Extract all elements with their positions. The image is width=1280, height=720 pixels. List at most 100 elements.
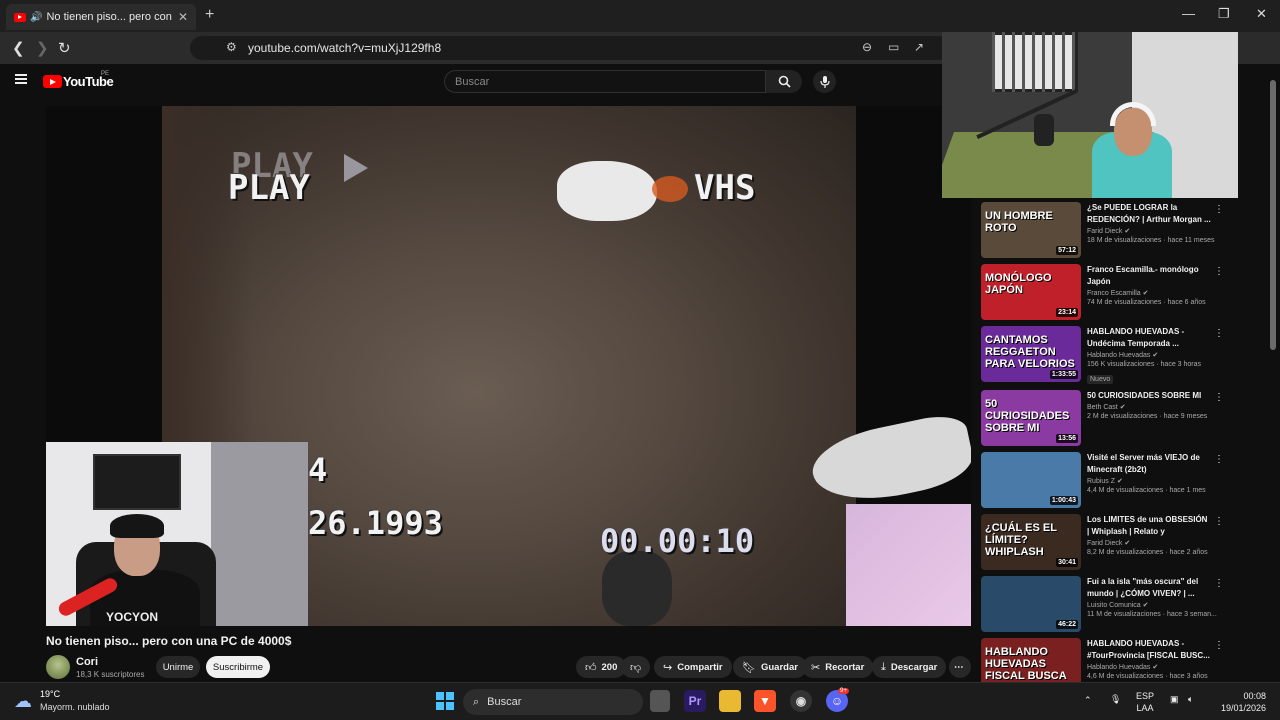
more-options-icon[interactable]: ⋮ xyxy=(1214,328,1224,339)
recommendation-channel[interactable]: Farid Dieck ✔ xyxy=(1087,227,1211,235)
more-options-icon[interactable]: ⋮ xyxy=(1214,578,1224,589)
cloud-weather-icon[interactable]: ☁ xyxy=(14,691,32,712)
recommendation-info[interactable]: Visité el Server más VIEJO de Minecraft … xyxy=(1087,452,1211,494)
recommendation-title[interactable]: 50 CURIOSIDADES SOBRE MI xyxy=(1087,390,1211,402)
video-thumbnail[interactable]: 46:22 xyxy=(981,576,1081,632)
search-button[interactable] xyxy=(766,70,802,93)
address-bar[interactable]: youtube.com/watch?v=muXjJ129fh8 xyxy=(190,36,950,60)
video-thumbnail[interactable]: CANTAMOS REGGAETON PARA VELORIOS 1:33:55 xyxy=(981,326,1081,382)
hamburger-menu-icon[interactable] xyxy=(15,74,27,84)
recommendation-title[interactable]: ¿Se PUEDE LOGRAR la REDENCIÓN? | Arthur … xyxy=(1087,202,1211,226)
download-icon: ⤓ xyxy=(881,660,886,673)
clock[interactable]: 00:08 19/01/2026 xyxy=(1212,690,1266,714)
audio-playing-icon[interactable]: 🔊 xyxy=(30,12,42,23)
dislike-button[interactable]: 👎︎ xyxy=(621,656,651,678)
verified-icon: ✔ xyxy=(1124,540,1131,547)
recommendation-channel[interactable]: Hablando Huevadas ✔ xyxy=(1087,351,1211,359)
more-options-icon[interactable]: ⋮ xyxy=(1214,204,1224,215)
weather-condition[interactable]: Mayorm. nublado xyxy=(40,702,110,712)
video-thumbnail[interactable]: UN HOMBRE ROTO 57:12 xyxy=(981,202,1081,258)
network-icon[interactable]: ▣ xyxy=(1170,693,1179,705)
share-button[interactable]: ↪ Compartir xyxy=(654,656,732,678)
premiere-pro-icon[interactable]: Pr xyxy=(684,690,706,712)
recommendation-title[interactable]: HABLANDO HUEVADAS - Undécima Temporada .… xyxy=(1087,326,1211,350)
recommendation-channel[interactable]: Beth Cast ✔ xyxy=(1087,403,1211,411)
youtube-logo-icon[interactable] xyxy=(43,75,62,88)
minimize-button[interactable]: — xyxy=(1182,6,1195,21)
recommendation-channel[interactable]: Hablando Huevadas ✔ xyxy=(1087,663,1211,671)
more-options-icon[interactable]: ⋮ xyxy=(1214,454,1224,465)
tray-chevron-icon[interactable]: ⌃ xyxy=(1084,694,1092,706)
region-code: PE xyxy=(101,71,110,77)
forward-button[interactable]: ❯ xyxy=(36,39,49,57)
task-view-icon[interactable] xyxy=(650,690,670,712)
recommendation-info[interactable]: HABLANDO HUEVADAS - Undécima Temporada .… xyxy=(1087,326,1211,386)
recommendation-title[interactable]: HABLANDO HUEVADAS - #TourProvincia [FISC… xyxy=(1087,638,1211,662)
subscribe-button[interactable]: Suscribirme xyxy=(206,656,270,678)
more-options-icon[interactable]: ⋮ xyxy=(1214,640,1224,651)
recommendation-item[interactable]: 46:22 Fui a la isla "más oscura" del mund… xyxy=(981,576,1231,634)
windows-start-icon[interactable] xyxy=(434,690,456,712)
close-window-button[interactable]: ✕ xyxy=(1256,6,1267,22)
taskbar-search[interactable]: ⌕ Buscar xyxy=(463,689,643,715)
recommendation-info[interactable]: HABLANDO HUEVADAS - #TourProvincia [FISC… xyxy=(1087,638,1211,680)
video-thumbnail[interactable]: 50 CURIOSIDADES SOBRE MI 13:56 xyxy=(981,390,1081,446)
reload-button[interactable]: ↻ xyxy=(58,39,71,57)
recommendation-title[interactable]: Los LIMITES de una OBSESIÓN | Whiplash |… xyxy=(1087,514,1211,538)
cast-icon[interactable]: ▭ xyxy=(888,40,899,54)
recommendation-item[interactable]: 50 CURIOSIDADES SOBRE MI 13:56 50 CURIOSID… xyxy=(981,390,1231,448)
browser-tab[interactable]: 🔊 No tienen piso... pero con un ✕ xyxy=(6,4,196,30)
back-button[interactable]: ❮ xyxy=(12,39,25,57)
save-button[interactable]: 🔖︎ Guardar xyxy=(733,656,807,678)
download-button[interactable]: ⤓ Descargar xyxy=(872,656,947,678)
recommendation-info[interactable]: Franco Escamilla.- monólogo Japón Franco … xyxy=(1087,264,1211,306)
recommendation-item[interactable]: MONÓLOGO JAPÓN 23:14 Franco Escamilla.- mo… xyxy=(981,264,1231,322)
recommendation-channel[interactable]: Franco Escamilla ✔ xyxy=(1087,289,1211,297)
more-options-icon[interactable]: ⋮ xyxy=(1214,266,1224,277)
recommendation-title[interactable]: Visité el Server más VIEJO de Minecraft … xyxy=(1087,452,1211,476)
recommendation-item[interactable]: CANTAMOS REGGAETON PARA VELORIOS 1:33:55 H… xyxy=(981,326,1231,384)
recommendation-info[interactable]: 50 CURIOSIDADES SOBRE MI Beth Cast ✔ 2 M d… xyxy=(1087,390,1211,420)
share-icon[interactable]: ↗ xyxy=(914,40,924,54)
video-thumbnail[interactable]: 1:00:43 xyxy=(981,452,1081,508)
channel-avatar[interactable] xyxy=(46,655,70,679)
volume-icon[interactable]: 🔈︎ xyxy=(1188,693,1193,705)
video-thumbnail[interactable]: ¿CUÁL ES EL LÍMITE? WHIPLASH 30:41 xyxy=(981,514,1081,570)
clip-button[interactable]: ✂ Recortar xyxy=(802,656,874,678)
recommendation-title[interactable]: Franco Escamilla.- monólogo Japón xyxy=(1087,264,1211,288)
recommendation-item[interactable]: ¿CUÁL ES EL LÍMITE? WHIPLASH 30:41 Los LIM… xyxy=(981,514,1231,572)
video-thumbnail[interactable]: MONÓLOGO JAPÓN 23:14 xyxy=(981,264,1081,320)
obs-icon[interactable]: ◉ xyxy=(790,690,812,712)
recommendation-info[interactable]: ¿Se PUEDE LOGRAR la REDENCIÓN? | Arthur … xyxy=(1087,202,1215,244)
page-scrollbar[interactable] xyxy=(1270,80,1276,350)
recommendation-title[interactable]: Fui a la isla "más oscura" del mundo | ¿… xyxy=(1087,576,1211,600)
recommendation-meta: 4,4 M de visualizaciones · hace 1 mes xyxy=(1087,487,1206,494)
more-options-icon[interactable]: ⋮ xyxy=(1214,516,1224,527)
wardrobe-shape xyxy=(211,442,308,626)
recommendation-info[interactable]: Fui a la isla "más oscura" del mundo | ¿… xyxy=(1087,576,1217,618)
more-actions-button[interactable]: ⋯ xyxy=(949,656,971,678)
voice-search-button[interactable] xyxy=(813,70,836,93)
maximize-button[interactable]: ❐ xyxy=(1218,6,1230,22)
recommendation-channel[interactable]: Rubius Z ✔ xyxy=(1087,477,1211,485)
recommendation-channel[interactable]: Luisito Comunica ✔ xyxy=(1087,601,1211,609)
weather-temperature[interactable]: 19°C xyxy=(40,689,60,699)
recommendation-item[interactable]: 1:00:43 Visité el Server más VIEJO de Min… xyxy=(981,452,1231,510)
like-button[interactable]: 👍︎ 200 xyxy=(576,656,627,678)
site-info-icon[interactable]: ⚙ xyxy=(226,40,237,54)
close-tab-icon[interactable]: ✕ xyxy=(178,10,188,24)
zoom-icon[interactable]: ⊖ xyxy=(862,40,872,54)
recommendation-info[interactable]: Los LIMITES de una OBSESIÓN | Whiplash |… xyxy=(1087,514,1211,556)
microphone-tray-icon[interactable]: 🎙︎ xyxy=(1110,693,1121,705)
recommendation-item[interactable]: UN HOMBRE ROTO 57:12 ¿Se PUEDE LOGRAR la R… xyxy=(981,202,1231,260)
join-button[interactable]: Unirme xyxy=(156,656,200,678)
recommendation-channel[interactable]: Farid Dieck ✔ xyxy=(1087,539,1211,547)
channel-name: Hablando Huevadas xyxy=(1087,664,1151,671)
language-indicator[interactable]: ESP LAA xyxy=(1136,690,1154,714)
brave-browser-icon[interactable]: ▼ xyxy=(754,690,776,712)
new-tab-button[interactable]: + xyxy=(205,6,214,24)
file-explorer-icon[interactable] xyxy=(719,690,741,712)
search-input[interactable]: Buscar xyxy=(444,70,766,93)
more-options-icon[interactable]: ⋮ xyxy=(1214,392,1224,403)
channel-name[interactable]: Cori xyxy=(76,656,98,668)
